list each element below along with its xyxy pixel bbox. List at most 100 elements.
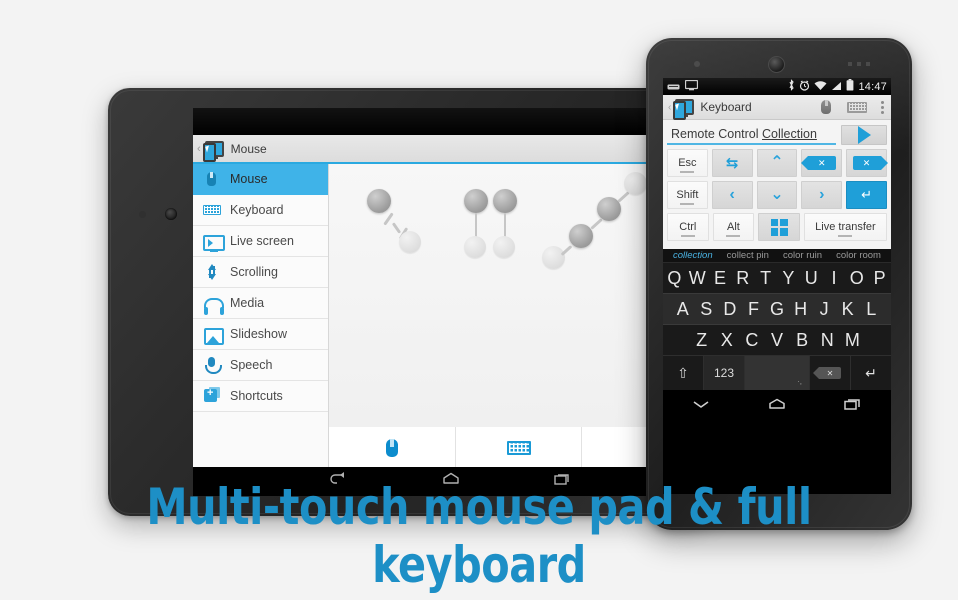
key-t[interactable]: T bbox=[754, 269, 777, 287]
key-s[interactable]: S bbox=[695, 300, 719, 318]
sidebar-item-label: Keyboard bbox=[230, 203, 284, 217]
key-r[interactable]: R bbox=[731, 269, 754, 287]
sidebar-item-keyboard[interactable]: Keyboard bbox=[193, 195, 328, 226]
key-return[interactable]: ↵ bbox=[851, 356, 891, 390]
key-h[interactable]: H bbox=[789, 300, 813, 318]
key-row-2: Shift ‹ ⌄ › ↵ bbox=[667, 181, 887, 209]
key-p[interactable]: P bbox=[868, 269, 891, 287]
key-v[interactable]: V bbox=[764, 331, 789, 349]
gesture-trail bbox=[391, 222, 402, 234]
key-l[interactable]: L bbox=[859, 300, 883, 318]
key-f[interactable]: F bbox=[742, 300, 766, 318]
key-live-transfer[interactable]: Live transfer bbox=[803, 213, 888, 241]
key-underline bbox=[680, 171, 695, 173]
key-j[interactable]: J bbox=[812, 300, 836, 318]
key-q[interactable]: Q bbox=[663, 269, 686, 287]
key-underline bbox=[838, 235, 853, 237]
phone-front-camera bbox=[768, 56, 785, 73]
phone-soft-keyboard: collection collect pin color ruin color … bbox=[663, 249, 891, 390]
key-b[interactable]: B bbox=[790, 331, 815, 349]
key-y[interactable]: Y bbox=[777, 269, 800, 287]
sidebar-item-slideshow[interactable]: Slideshow bbox=[193, 319, 328, 350]
suggestion-item[interactable]: collect pin bbox=[727, 250, 769, 261]
tablet-body: Mouse Keyboard Live screen Scrolling Med… bbox=[193, 164, 708, 467]
key-label: Ctrl bbox=[679, 221, 697, 233]
keyboard-icon bbox=[201, 200, 223, 220]
overflow-menu-icon[interactable] bbox=[881, 100, 884, 114]
key-x[interactable]: X bbox=[714, 331, 739, 349]
suggestion-item[interactable]: collection bbox=[673, 250, 713, 261]
back-caret-icon[interactable]: ‹ bbox=[197, 143, 201, 155]
sidebar-item-shortcuts[interactable]: Shortcuts bbox=[193, 381, 328, 412]
tablet-status-bar bbox=[193, 108, 708, 135]
tab-keyboard[interactable] bbox=[456, 427, 583, 467]
monitor-icon bbox=[201, 231, 225, 252]
back-caret-icon[interactable]: ‹ bbox=[668, 102, 671, 113]
recents-icon[interactable] bbox=[842, 397, 864, 416]
phone-device: 14:47 ‹ Keyboard Remote Control Collecti… bbox=[646, 38, 912, 530]
key-k[interactable]: K bbox=[836, 300, 860, 318]
gesture-dot bbox=[542, 246, 565, 269]
mouse-icon[interactable] bbox=[821, 100, 831, 114]
sidebar-item-label: Live screen bbox=[230, 234, 294, 248]
key-esc[interactable]: Esc bbox=[667, 149, 708, 177]
suggestion-item[interactable]: color room bbox=[836, 250, 881, 261]
key-a[interactable]: A bbox=[671, 300, 695, 318]
keyboard-icon bbox=[506, 440, 531, 455]
key-o[interactable]: O bbox=[845, 269, 868, 287]
key-arrow-right[interactable]: › bbox=[801, 181, 843, 209]
sidebar-item-speech[interactable]: Speech bbox=[193, 350, 328, 381]
key-delete-forward[interactable]: ✕ bbox=[800, 149, 843, 177]
home-icon[interactable] bbox=[766, 397, 788, 416]
enter-icon: ↵ bbox=[861, 187, 873, 202]
key-enter[interactable]: ↵ bbox=[846, 181, 887, 209]
key-backspace[interactable]: ✕ bbox=[810, 356, 851, 390]
chevron-right-icon: › bbox=[819, 186, 825, 203]
tablet-page-title: Mouse bbox=[230, 142, 267, 156]
remote-text-input[interactable]: Remote Control Collection bbox=[667, 125, 836, 145]
status-clock: 14:47 bbox=[858, 80, 887, 93]
microphone-icon bbox=[201, 355, 223, 375]
key-shift[interactable]: Shift bbox=[667, 181, 708, 209]
gesture-trail bbox=[560, 245, 573, 256]
sidebar-item-mouse[interactable]: Mouse bbox=[193, 164, 328, 195]
key-space[interactable]: ·, bbox=[745, 356, 810, 390]
tablet-action-bar: ‹ Mouse bbox=[193, 135, 708, 164]
sidebar-item-label: Shortcuts bbox=[230, 389, 283, 403]
tab-mouse[interactable] bbox=[329, 427, 456, 467]
key-shift[interactable]: ⇧ bbox=[663, 356, 704, 390]
key-e[interactable]: E bbox=[709, 269, 732, 287]
key-numbers[interactable]: 123 bbox=[704, 356, 745, 390]
key-g[interactable]: G bbox=[765, 300, 789, 318]
key-n[interactable]: N bbox=[815, 331, 840, 349]
key-arrow-down[interactable]: ⌄ bbox=[756, 181, 798, 209]
keyboard-icon[interactable] bbox=[847, 101, 867, 113]
send-button[interactable] bbox=[841, 125, 887, 145]
key-backspace[interactable]: ✕ bbox=[846, 149, 888, 177]
key-alt[interactable]: Alt bbox=[712, 213, 755, 241]
suggestion-item[interactable]: color ruin bbox=[783, 250, 822, 261]
collapse-keyboard-icon[interactable] bbox=[690, 397, 712, 416]
sidebar-item-media[interactable]: Media bbox=[193, 288, 328, 319]
key-arrow-up[interactable]: ⌃ bbox=[756, 149, 798, 177]
key-u[interactable]: U bbox=[800, 269, 823, 287]
key-z[interactable]: Z bbox=[689, 331, 714, 349]
key-windows[interactable] bbox=[758, 213, 800, 241]
key-w[interactable]: W bbox=[686, 269, 709, 287]
remote-input-row: Remote Control Collection bbox=[667, 125, 887, 145]
key-m[interactable]: M bbox=[840, 331, 865, 349]
key-tab-swap[interactable]: ⇆ bbox=[711, 149, 753, 177]
key-d[interactable]: D bbox=[718, 300, 742, 318]
key-i[interactable]: I bbox=[823, 269, 846, 287]
phone-nav-bar bbox=[663, 390, 891, 422]
key-c[interactable]: C bbox=[739, 331, 764, 349]
key-arrow-left[interactable]: ‹ bbox=[711, 181, 753, 209]
sidebar-item-scrolling[interactable]: Scrolling bbox=[193, 257, 328, 288]
gesture-trail bbox=[617, 191, 630, 203]
sidebar-item-live-screen[interactable]: Live screen bbox=[193, 226, 328, 257]
remote-text-underlined: Collection bbox=[762, 127, 817, 141]
play-icon bbox=[857, 126, 871, 144]
swap-arrows-icon: ⇆ bbox=[725, 154, 739, 172]
key-ctrl[interactable]: Ctrl bbox=[667, 213, 709, 241]
battery-icon bbox=[846, 78, 854, 96]
